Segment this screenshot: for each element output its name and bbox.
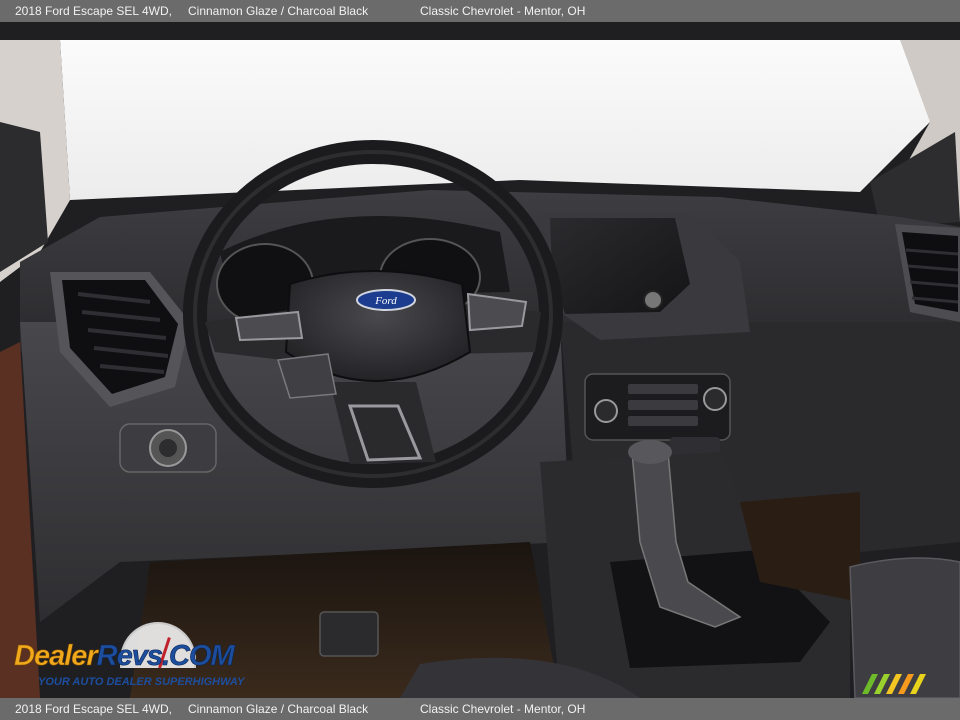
dealerrevs-tagline: YOUR AUTO DEALER SUPERHIGHWAY: [38, 676, 245, 688]
caption-vehicle-bottom: 2018 Ford Escape SEL 4WD,: [15, 702, 172, 716]
dealerrevs-watermark: DealerRevs.COM YOUR AUTO DEALER SUPERHIG…: [12, 622, 272, 694]
ford-badge-icon: Ford: [356, 289, 416, 311]
caption-vehicle: 2018 Ford Escape SEL 4WD,: [15, 4, 172, 18]
caption-dealer: Classic Chevrolet - Mentor, OH: [420, 4, 586, 18]
caption-bar-bottom: 2018 Ford Escape SEL 4WD, Cinnamon Glaze…: [0, 698, 960, 720]
caption-dealer-bottom: Classic Chevrolet - Mentor, OH: [420, 702, 586, 716]
dealerrevs-logo: DealerRevs.COM: [14, 640, 235, 673]
caption-colors-bottom: Cinnamon Glaze / Charcoal Black: [188, 702, 369, 716]
interior-photo: Ford: [0, 22, 960, 698]
caption-colors: Cinnamon Glaze / Charcoal Black: [188, 4, 369, 18]
svg-text:Ford: Ford: [374, 295, 397, 307]
caption-bar-top: 2018 Ford Escape SEL 4WD, Cinnamon Glaze…: [0, 0, 960, 22]
stripes-logo-icon: [862, 674, 926, 694]
